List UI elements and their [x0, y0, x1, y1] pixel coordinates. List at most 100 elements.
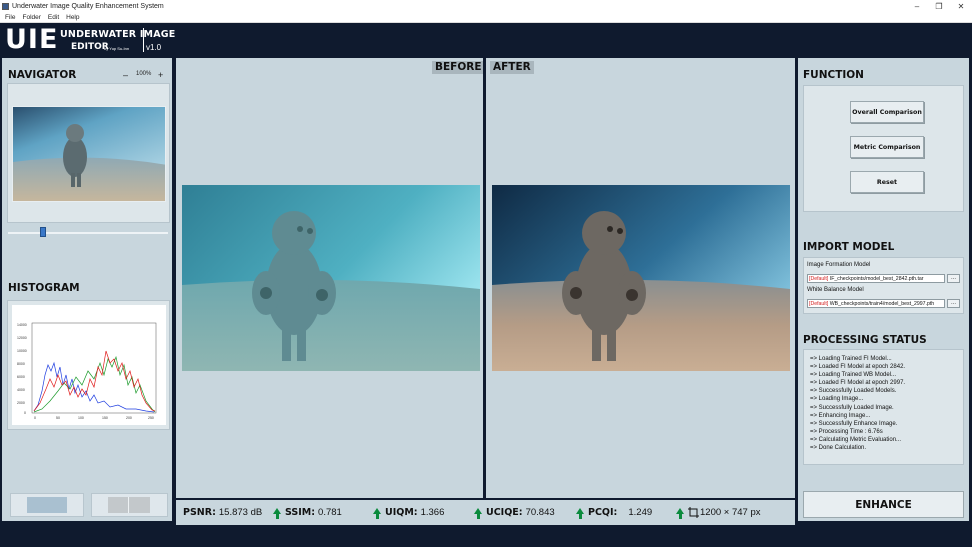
hist-xtick: 250: [148, 416, 154, 420]
status-line: => Successfully Loaded Models.: [810, 388, 897, 395]
import-model-panel: Image Formation Model [Default] IF_check…: [803, 257, 964, 314]
after-image[interactable]: [492, 185, 790, 371]
status-line: => Enhancing Image...: [810, 412, 871, 419]
psnr-metric: PSNR: 15.873 dB: [183, 507, 262, 518]
function-panel: Overall Comparison Metric Comparison Res…: [803, 85, 964, 212]
uciqe-value: 70.843: [525, 507, 555, 518]
status-line: => Loading Trained FI Model...: [810, 356, 892, 362]
after-label: AFTER: [490, 61, 534, 74]
hist-red-curve: [33, 350, 156, 412]
minimize-icon[interactable]: –: [906, 0, 928, 13]
status-line: => Loaded FI Model at epoch 2842.: [810, 364, 906, 371]
pcqi-value: 1.249: [628, 507, 653, 518]
processing-status-title: PROCESSING STATUS: [803, 334, 927, 346]
navigator-slider-handle[interactable]: [40, 227, 47, 237]
status-line: => Done Calculation.: [810, 445, 867, 452]
navigator-preview: [7, 83, 170, 223]
view-split-button[interactable]: [91, 493, 168, 517]
menu-bar: File Folder Edit Help: [0, 13, 972, 23]
logo-author: by Yup Su-Inn: [104, 46, 130, 51]
navigator-thumbnail[interactable]: [12, 106, 166, 202]
import-model-title: IMPORT MODEL: [803, 241, 895, 253]
menu-folder[interactable]: Folder: [22, 14, 40, 21]
ssim-value: 0.781: [318, 507, 342, 518]
status-line: => Calculating Metric Evaluation...: [810, 436, 902, 443]
histogram-chart: 14000 12000 10000 8000 6000 4000 2000 0 …: [12, 305, 166, 425]
status-line: => Loading Image...: [810, 396, 864, 403]
zoom-out-button[interactable]: –: [123, 70, 128, 80]
wb-model-path-field[interactable]: [Default] WB_checkpoints/train4/model_be…: [807, 299, 945, 308]
hist-ytick: 6000: [17, 375, 25, 379]
hist-xtick: 150: [102, 416, 108, 420]
single-view-icon: [27, 497, 67, 513]
menu-edit[interactable]: Edit: [48, 14, 59, 21]
title-bar: Underwater Image Quality Enhancement Sys…: [0, 0, 972, 13]
fi-default-tag: [Default]: [809, 276, 829, 282]
before-label: BEFORE: [432, 61, 485, 74]
hist-ytick: 14000: [17, 323, 27, 327]
wb-model-label: White Balance Model: [807, 287, 864, 293]
pcqi-metric: PCQI: 1.249: [576, 507, 653, 519]
fi-model-path: IF_checkpoints/model_best_2842.pth.tar: [828, 276, 924, 282]
navigator-slider-track[interactable]: [8, 232, 168, 234]
up-arrow-icon: [474, 507, 482, 519]
hist-ytick: 2000: [17, 401, 25, 405]
hist-ytick: 8000: [17, 362, 25, 366]
app-icon: [2, 3, 9, 10]
overall-comparison-button[interactable]: Overall Comparison: [850, 101, 924, 123]
zoom-in-button[interactable]: +: [158, 70, 163, 80]
hist-xtick: 200: [126, 416, 132, 420]
metric-comparison-button[interactable]: Metric Comparison: [850, 136, 924, 158]
histogram-title: HISTOGRAM: [8, 282, 80, 294]
view-divider[interactable]: [483, 58, 486, 498]
hist-xtick: 0: [34, 416, 36, 420]
bottom-strip: [0, 527, 972, 547]
up-arrow-icon: [676, 507, 684, 519]
enhance-button[interactable]: ENHANCE: [803, 491, 964, 518]
app-banner: UIE UNDERWATER IMAGE EDITOR by Yup Su-In…: [0, 23, 972, 56]
fi-model-path-field[interactable]: [Default] IF_checkpoints/model_best_2842…: [807, 274, 945, 283]
close-icon[interactable]: ✕: [950, 0, 972, 13]
version-label: v1.0: [146, 43, 162, 52]
window-title: Underwater Image Quality Enhancement Sys…: [12, 3, 164, 10]
zoom-level: 100%: [136, 71, 152, 77]
hist-xtick: 50: [56, 416, 60, 420]
uiqm-value: 1.366: [420, 507, 445, 518]
hist-xtick: 100: [78, 416, 84, 420]
window-controls: – ❐ ✕: [906, 0, 972, 13]
histogram-panel: 14000 12000 10000 8000 6000 4000 2000 0 …: [7, 300, 170, 430]
logo-mark: UIE: [5, 24, 59, 55]
uciqe-metric: UCIQE: 70.843: [474, 507, 555, 519]
hist-ytick: 0: [24, 411, 26, 415]
fi-browse-button[interactable]: ...: [947, 274, 960, 283]
hist-ytick: 4000: [17, 388, 25, 392]
wb-default-tag: [Default]: [809, 301, 829, 307]
split-view-icon: [108, 497, 150, 513]
crop-icon: [688, 507, 699, 518]
fi-model-label: Image Formation Model: [807, 262, 871, 268]
metrics-bar: PSNR: 15.873 dB SSIM: 0.781 UIQM: 1.366 …: [176, 500, 795, 525]
psnr-label: PSNR:: [183, 507, 216, 518]
hist-ytick: 12000: [17, 336, 27, 340]
status-line: => Loaded FI Model at epoch 2997.: [810, 380, 906, 387]
maximize-icon[interactable]: ❐: [928, 0, 950, 13]
logo-divider: [143, 28, 144, 52]
status-line: => Successfully Enhance Image.: [810, 420, 898, 427]
ssim-label: SSIM:: [285, 507, 316, 518]
up-arrow-icon: [576, 507, 584, 519]
reset-button[interactable]: Reset: [850, 171, 924, 193]
ssim-metric: SSIM: 0.781: [273, 507, 342, 519]
menu-help[interactable]: Help: [66, 14, 79, 21]
status-line: => Successfully Loaded Image.: [810, 404, 894, 411]
status-line: => Processing Time : 6.76s: [810, 428, 883, 435]
before-image[interactable]: [182, 185, 480, 371]
hist-ytick: 10000: [17, 349, 27, 353]
wb-browse-button[interactable]: ...: [947, 299, 960, 308]
menu-file[interactable]: File: [5, 14, 15, 21]
up-arrow-icon: [273, 507, 281, 519]
up-arrow-icon: [373, 507, 381, 519]
logo-title-line1: UNDERWATER IMAGE: [60, 29, 176, 40]
view-single-button[interactable]: [10, 493, 84, 517]
wb-model-path: WB_checkpoints/train4/model_best_2997.pt…: [828, 301, 935, 307]
resolution-metric: 1200 × 747 px: [676, 507, 760, 519]
